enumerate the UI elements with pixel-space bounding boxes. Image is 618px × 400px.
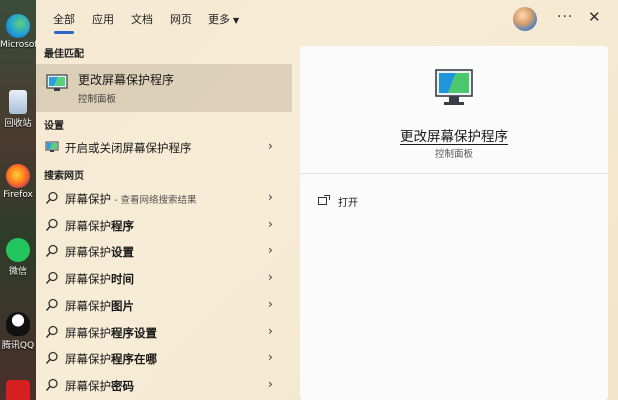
desktop-icon-label: 腾讯QQ bbox=[1, 341, 35, 351]
firefox-icon bbox=[6, 164, 30, 188]
search-icon bbox=[45, 245, 58, 258]
screensaver-large-icon bbox=[435, 69, 473, 105]
query-completion: 程序设置 bbox=[111, 325, 157, 340]
web-search-item-label: 屏幕保护程序 bbox=[65, 218, 134, 234]
web-search-item[interactable]: 屏幕保护 - 查看网络搜索结果 › bbox=[36, 185, 292, 211]
tab-apps[interactable]: 应用 bbox=[92, 11, 114, 27]
section-settings: 设置 bbox=[44, 121, 64, 132]
settings-item[interactable]: 开启或关闭屏幕保护程序 › bbox=[36, 134, 292, 160]
search-icon bbox=[45, 191, 58, 204]
close-icon[interactable]: ✕ bbox=[588, 8, 601, 26]
best-match-item[interactable]: 更改屏幕保护程序 控制面板 bbox=[36, 64, 292, 112]
query-prefix: 屏幕保护 bbox=[65, 352, 111, 367]
chevron-right-icon[interactable]: › bbox=[268, 297, 273, 311]
best-match-subtitle: 控制面板 bbox=[78, 94, 117, 105]
desktop-icon-label: 微信 bbox=[8, 267, 27, 277]
desktop-icon-edge[interactable]: Microsoft Edge bbox=[0, 14, 36, 50]
search-icon bbox=[45, 378, 58, 391]
web-search-item-label: 屏幕保护 - 查看网络搜索结果 bbox=[65, 191, 196, 207]
edge-icon bbox=[6, 14, 30, 38]
screensaver-icon bbox=[46, 74, 68, 91]
open-action[interactable]: 打开 bbox=[318, 194, 438, 210]
qq-icon bbox=[6, 312, 30, 336]
query-completion: 设置 bbox=[111, 245, 134, 260]
detail-subtitle: 控制面板 bbox=[434, 149, 473, 160]
active-tab-indicator bbox=[54, 31, 74, 34]
query-prefix: 屏幕保护 bbox=[65, 378, 111, 393]
search-icon bbox=[45, 325, 58, 338]
divider bbox=[300, 173, 608, 174]
desktop-icon-label: Firefox bbox=[3, 190, 33, 200]
query-prefix: 屏幕保护 bbox=[65, 298, 111, 313]
open-icon bbox=[318, 195, 330, 205]
search-panel: 全部 应用 文档 网页 更多 ▼ ··· ✕ 最佳匹配 更改屏幕保护程序 控制面板… bbox=[36, 0, 618, 400]
query-completion: 密码 bbox=[111, 378, 134, 393]
desktop-icon-qq[interactable]: 腾讯QQ bbox=[0, 312, 36, 351]
web-search-item-label: 屏幕保护图片 bbox=[65, 298, 134, 314]
desktop-icon-label: Microsoft Edge bbox=[0, 40, 36, 50]
recycle-bin-icon bbox=[9, 90, 27, 114]
web-search-item-label: 屏幕保护程序在哪 bbox=[65, 351, 157, 367]
chevron-right-icon[interactable]: › bbox=[268, 350, 273, 364]
tab-more-label: 更多 bbox=[208, 13, 230, 26]
search-icon bbox=[45, 271, 58, 285]
web-search-item-label: 屏幕保护密码 bbox=[65, 378, 134, 394]
query-prefix: 屏幕保护 bbox=[65, 192, 111, 206]
search-icon bbox=[45, 352, 58, 365]
query-prefix: 屏幕保护 bbox=[65, 272, 111, 287]
results-list: 最佳匹配 更改屏幕保护程序 控制面板 设置 开启或关闭屏幕保护程序 › 搜索网页 bbox=[36, 38, 292, 400]
query-hint: - 查看网络搜索结果 bbox=[111, 195, 197, 206]
section-web-search: 搜索网页 bbox=[44, 171, 84, 182]
desktop-icon-recycle-bin[interactable]: 回收站 bbox=[0, 90, 36, 129]
web-search-item[interactable]: 屏幕保护密码 › bbox=[36, 372, 292, 398]
app-icon bbox=[6, 380, 30, 400]
desktop-icon-wechat[interactable]: 微信 bbox=[0, 238, 36, 277]
desktop-icon-firefox[interactable]: Firefox bbox=[0, 164, 36, 200]
wechat-icon bbox=[6, 238, 30, 262]
web-search-item[interactable]: 屏幕保护设置 › bbox=[36, 238, 292, 264]
settings-item-label: 开启或关闭屏幕保护程序 bbox=[65, 141, 192, 155]
web-search-item[interactable]: 屏幕保护程序设置 › bbox=[36, 319, 292, 345]
search-tabs-bar: 全部 应用 文档 网页 更多 ▼ ··· ✕ bbox=[36, 0, 618, 38]
search-icon bbox=[45, 298, 58, 311]
chevron-right-icon[interactable]: › bbox=[268, 139, 273, 153]
chevron-right-icon[interactable]: › bbox=[268, 377, 273, 391]
more-options-icon[interactable]: ··· bbox=[557, 9, 573, 25]
best-match-title: 更改屏幕保护程序 bbox=[78, 73, 175, 87]
query-completion: 程序在哪 bbox=[111, 352, 157, 367]
chevron-right-icon[interactable]: › bbox=[268, 324, 273, 338]
query-prefix: 屏幕保护 bbox=[65, 325, 111, 340]
query-prefix: 屏幕保护 bbox=[65, 245, 111, 260]
web-search-item-label: 屏幕保护设置 bbox=[65, 244, 134, 260]
chevron-right-icon[interactable]: › bbox=[268, 190, 273, 204]
tab-more[interactable]: 更多 ▼ bbox=[208, 11, 239, 27]
tab-all[interactable]: 全部 bbox=[53, 11, 75, 27]
desktop-strip: Microsoft Edge 回收站 Firefox 微信 腾讯QQ bbox=[0, 0, 36, 400]
web-search-item-label: 屏幕保护时间 bbox=[65, 271, 134, 287]
chevron-right-icon[interactable]: › bbox=[268, 217, 273, 231]
web-search-item-label: 屏幕保护程序设置 bbox=[65, 325, 157, 341]
chevron-right-icon[interactable]: › bbox=[268, 243, 273, 257]
section-best-match: 最佳匹配 bbox=[44, 49, 84, 60]
detail-card: 更改屏幕保护程序 控制面板 打开 bbox=[300, 46, 608, 400]
query-completion: 图片 bbox=[111, 298, 134, 313]
desktop-icon-app[interactable] bbox=[0, 380, 36, 400]
detail-title[interactable]: 更改屏幕保护程序 bbox=[300, 125, 608, 145]
tab-web[interactable]: 网页 bbox=[170, 11, 192, 27]
web-search-item[interactable]: 屏幕保护程序 › bbox=[36, 212, 292, 238]
web-search-item[interactable]: 屏幕保护程序在哪 › bbox=[36, 345, 292, 371]
query-prefix: 屏幕保护 bbox=[65, 218, 111, 233]
query-completion: 程序 bbox=[111, 218, 134, 233]
avatar[interactable] bbox=[513, 7, 537, 31]
search-icon bbox=[45, 218, 58, 231]
screensaver-small-icon bbox=[45, 141, 59, 152]
desktop-icon-label: 回收站 bbox=[4, 119, 32, 129]
query-completion: 时间 bbox=[111, 272, 134, 287]
tab-documents[interactable]: 文档 bbox=[131, 11, 153, 27]
chevron-right-icon[interactable]: › bbox=[268, 270, 273, 284]
web-search-item[interactable]: 屏幕保护图片 › bbox=[36, 292, 292, 318]
chevron-down-icon: ▼ bbox=[233, 16, 240, 25]
open-action-label: 打开 bbox=[338, 198, 358, 209]
web-search-item[interactable]: 屏幕保护时间 › bbox=[36, 265, 292, 291]
